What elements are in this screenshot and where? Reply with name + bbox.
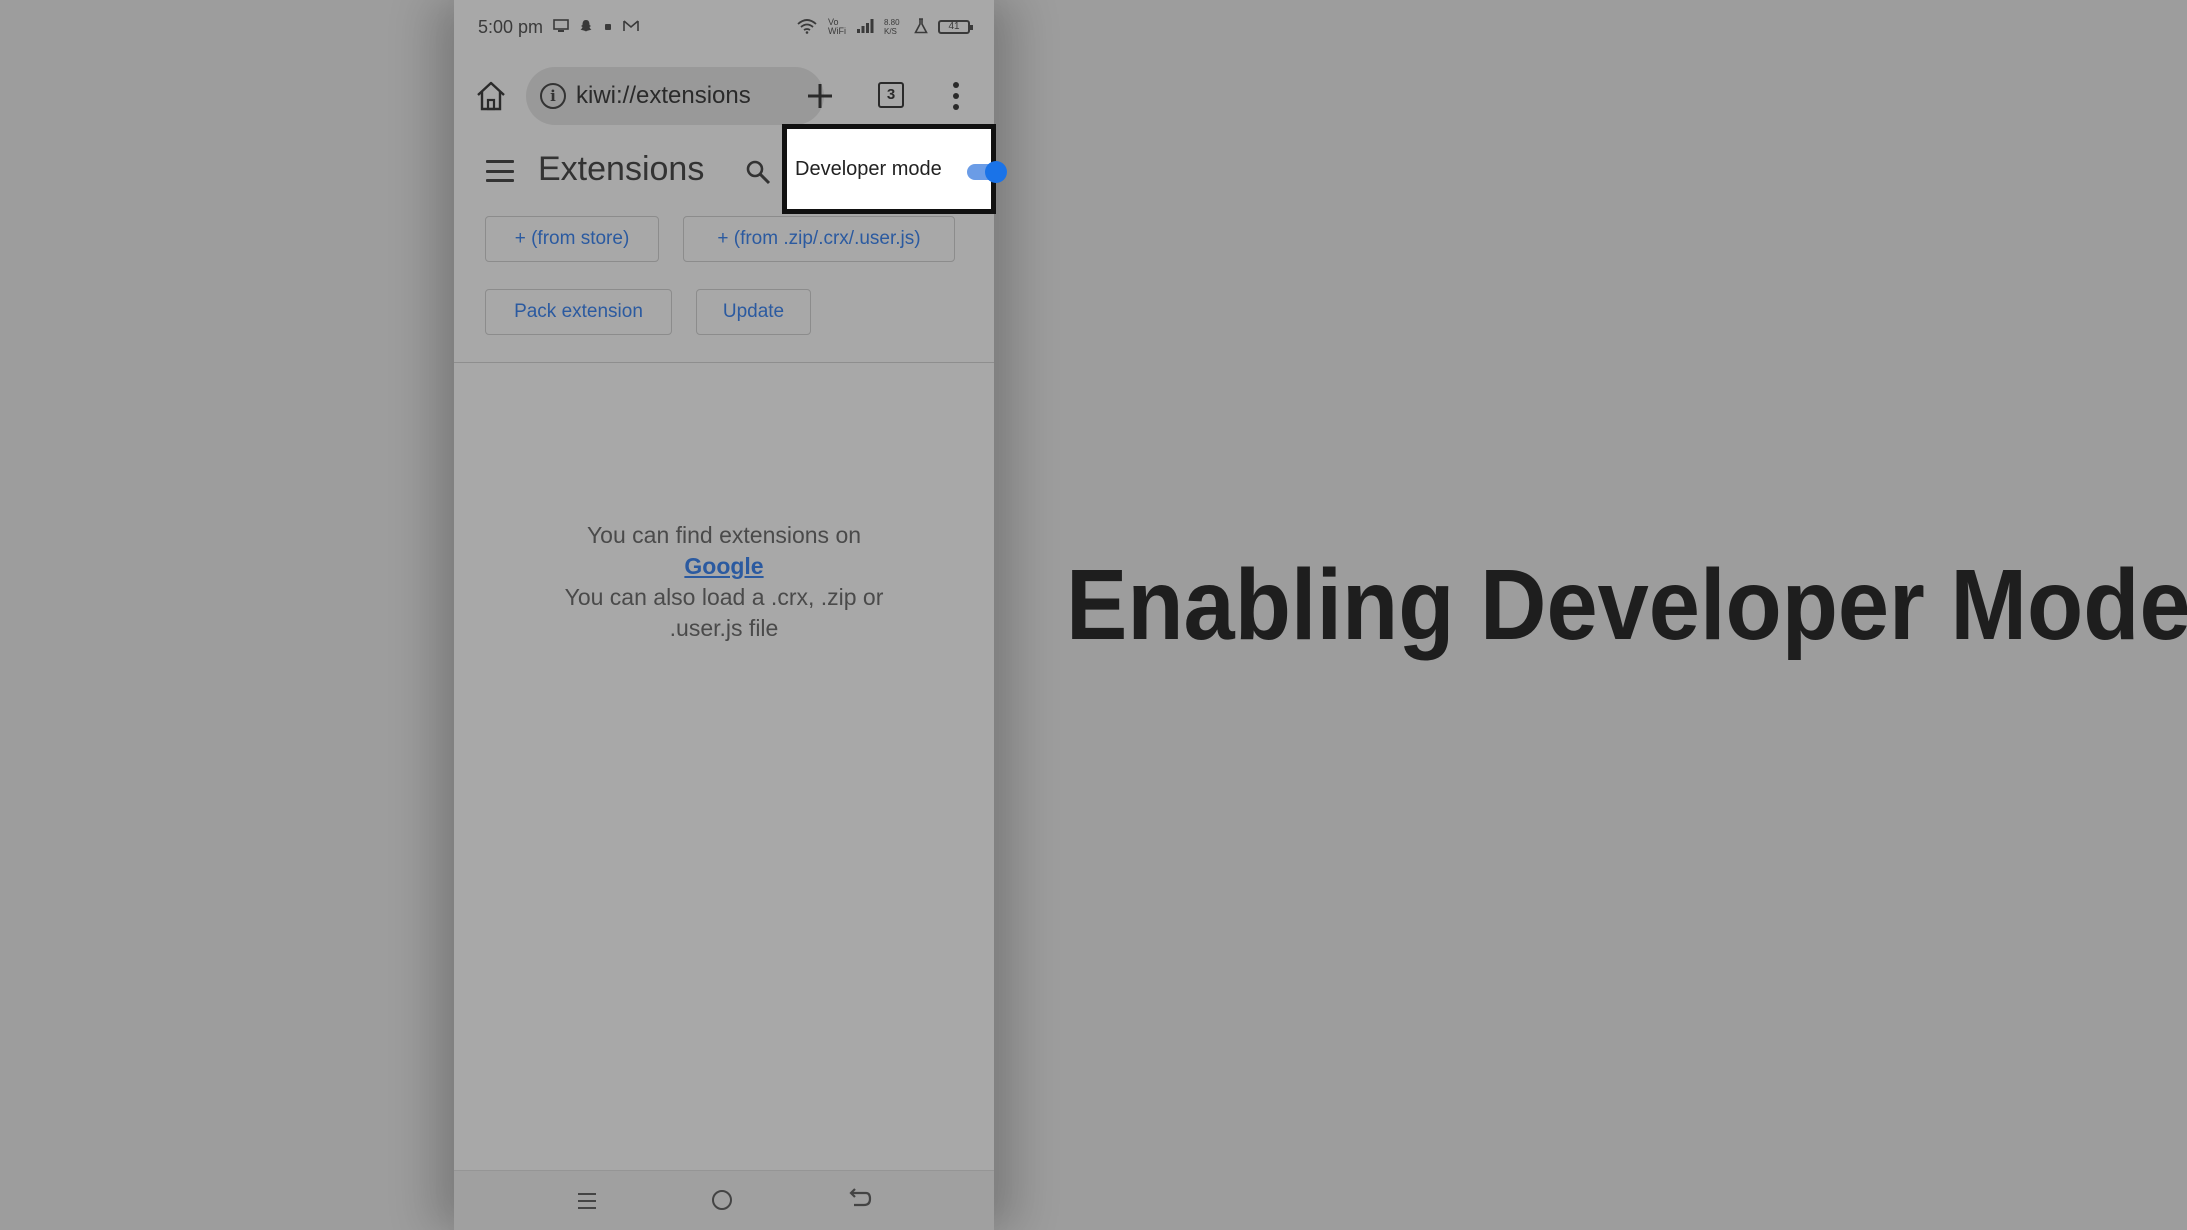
developer-mode-label: Developer mode: [795, 157, 942, 180]
screen-cast-icon: [553, 18, 569, 36]
battery-icon: 41: [938, 20, 973, 34]
notification-dot-icon: [603, 19, 613, 35]
overflow-menu-button[interactable]: [946, 76, 966, 116]
flask-icon: [914, 17, 928, 37]
overflow-menu-icon: [953, 82, 959, 88]
page-title: Extensions: [538, 150, 705, 188]
home-icon: [477, 81, 505, 111]
vowifi-indicator: Vo WiFi: [828, 17, 846, 36]
add-from-file-button[interactable]: + (from .zip/.crx/.user.js): [683, 216, 955, 262]
home-circle-icon[interactable]: [712, 1190, 732, 1210]
empty-state-line2: You can also load a .crx, .zip or: [564, 584, 884, 610]
system-nav-bar: [454, 1170, 994, 1230]
search-button[interactable]: [744, 158, 772, 186]
tab-switcher-button[interactable]: 3: [878, 82, 904, 108]
new-tab-button[interactable]: [798, 74, 842, 118]
status-bar: 5:00 pm Vo WiFi 8.80 K/S 41: [454, 0, 994, 54]
update-button[interactable]: Update: [696, 289, 811, 335]
video-frame: 5:00 pm Vo WiFi 8.80 K/S 41 i kiwi://ext…: [0, 0, 2187, 1230]
recent-apps-icon[interactable]: [578, 1193, 596, 1209]
plus-icon: [808, 84, 832, 108]
empty-state-message: You can find extensions on Google You ca…: [454, 520, 994, 644]
status-bar-left: 5:00 pm: [478, 17, 639, 38]
hamburger-menu-icon[interactable]: [486, 160, 514, 182]
pack-extension-button[interactable]: Pack extension: [485, 289, 672, 335]
status-bar-right: Vo WiFi 8.80 K/S 41: [796, 17, 973, 37]
address-bar[interactable]: i kiwi://extensions: [526, 67, 824, 125]
empty-state-line3: .user.js file: [669, 615, 779, 641]
overflow-menu-dot: [953, 104, 959, 110]
empty-state-line1: You can find extensions on: [586, 522, 862, 548]
back-icon[interactable]: [846, 1187, 872, 1218]
developer-mode-toggle[interactable]: [967, 161, 1007, 183]
home-button[interactable]: [470, 75, 512, 117]
browser-toolbar: i kiwi://extensions 3: [454, 60, 994, 132]
wifi-icon: [796, 18, 818, 37]
overflow-menu-dot: [953, 93, 959, 99]
gmail-icon: [623, 19, 639, 35]
google-link[interactable]: Google: [684, 553, 763, 579]
divider: [454, 362, 994, 363]
add-from-store-button[interactable]: + (from store): [485, 216, 659, 262]
tutorial-caption: Enabling Developer Mode: [1066, 549, 2187, 661]
address-bar-url: kiwi://extensions: [576, 82, 751, 109]
snapchat-icon: [579, 19, 593, 36]
signal-icon: [856, 18, 874, 37]
status-time: 5:00 pm: [478, 16, 544, 37]
info-icon[interactable]: i: [540, 83, 566, 109]
network-speed: 8.80 K/S: [884, 18, 900, 36]
developer-mode-highlight: Developer mode: [782, 124, 1007, 214]
search-icon: [746, 160, 771, 185]
